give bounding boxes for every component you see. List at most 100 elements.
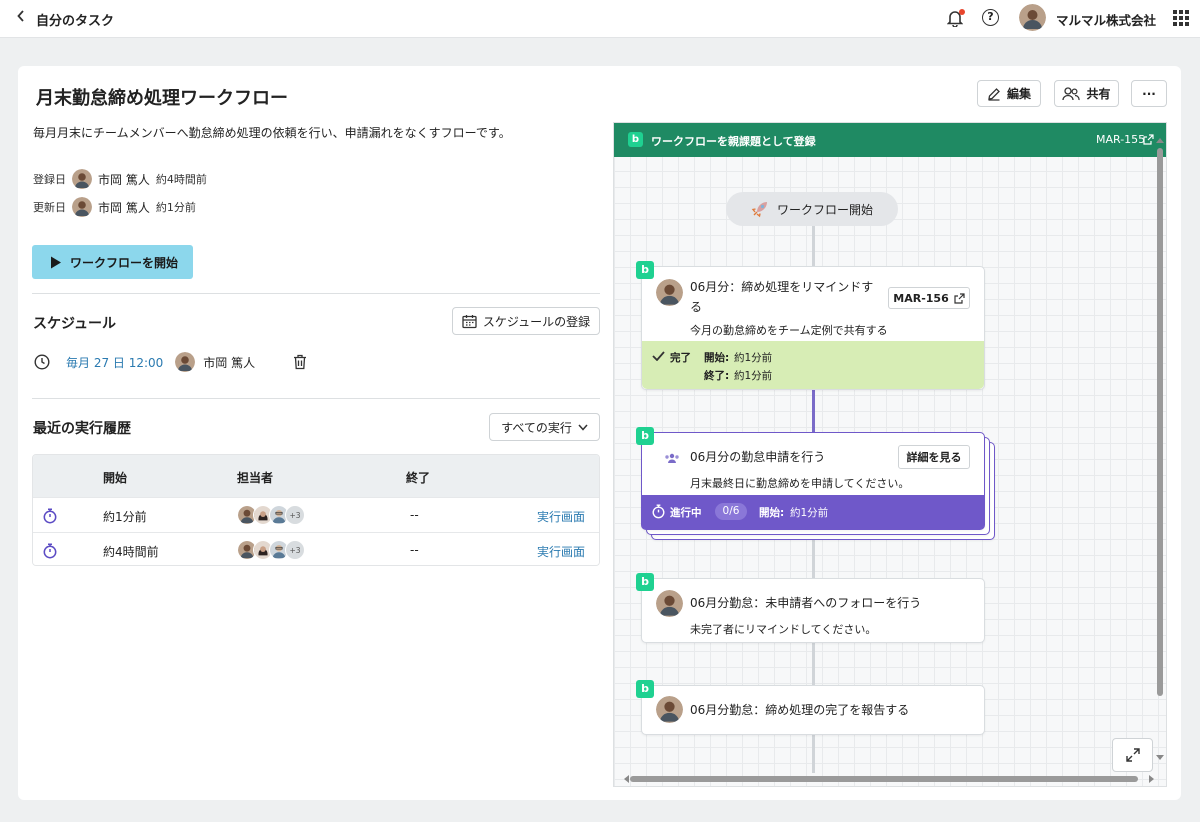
- task-title: 06月分勤怠：締め処理の完了を報告する: [690, 703, 910, 717]
- end-label: 終了:: [704, 370, 730, 382]
- task-node-1[interactable]: b 06月分：締め処理をリマインドする MAR-156 今月の勤怠締めをチーム定…: [636, 261, 985, 390]
- start-label: 開始:: [759, 507, 785, 519]
- status-label: 進行中: [670, 507, 702, 519]
- schedule-row: 毎月 27 日 12:00 市岡 篤人: [34, 352, 307, 372]
- more-assignees-badge: +3: [285, 540, 305, 560]
- calendar-icon: [462, 314, 477, 328]
- task-title: 06月分の勤怠申請を行う: [690, 450, 826, 464]
- table-header: 開始 担当者 終了: [33, 455, 599, 497]
- register-schedule-label: スケジュールの登録: [482, 314, 591, 329]
- users-icon: [1062, 86, 1081, 100]
- table-row[interactable]: 約1分前 +3 -- 実行画面: [33, 497, 599, 532]
- connector-line: [812, 226, 815, 266]
- task-subtitle: 今月の勤怠締めをチーム定例で共有する: [690, 324, 888, 337]
- stopwatch-icon: [43, 543, 57, 559]
- row-start: 約1分前: [103, 510, 147, 524]
- vertical-scrollbar[interactable]: [1155, 138, 1165, 760]
- parent-ticket: MAR-155: [1096, 133, 1146, 146]
- share-button[interactable]: 共有: [1054, 80, 1119, 107]
- expand-button[interactable]: [1112, 738, 1153, 772]
- ticket-label: MAR-156: [893, 291, 949, 305]
- stopwatch-icon: [43, 508, 57, 524]
- register-schedule-button[interactable]: スケジュールの登録: [452, 307, 600, 335]
- check-icon: [652, 351, 665, 361]
- execution-screen-link[interactable]: 実行画面: [537, 508, 585, 525]
- updated-row: 更新日 市岡 篤人 約1分前: [33, 197, 196, 217]
- done-status-bar: 完了 開始: 約1分前 終了: 約1分前: [642, 341, 984, 389]
- more-button[interactable]: ···: [1131, 80, 1167, 107]
- user-avatar[interactable]: [1019, 4, 1046, 31]
- back-chevron-icon[interactable]: [16, 9, 26, 27]
- task-node-2[interactable]: b 06月分の勤怠申請を行う 詳細を見る 月末最終日に勤怠締めを申請してください…: [636, 427, 985, 530]
- workflow-start-node: ワークフロー開始: [726, 192, 898, 226]
- task-title: 06月分：締め処理をリマインドする: [690, 280, 874, 314]
- column-start: 開始: [103, 471, 128, 485]
- avatar: [656, 696, 683, 723]
- description: 毎月月末にチームメンバーへ勤怠締め処理の依頼を行い、申請漏れをなくすフローです。: [33, 126, 511, 140]
- view-details-label: 詳細を見る: [906, 451, 962, 464]
- back-title[interactable]: 自分のタスク: [36, 10, 114, 29]
- company-name[interactable]: マルマル株式会社: [1056, 10, 1156, 29]
- group-icon: [665, 453, 679, 463]
- column-assignee: 担当者: [237, 471, 274, 485]
- updated-time: 約1分前: [155, 201, 196, 214]
- avatar: [175, 352, 196, 372]
- row-end: --: [410, 508, 419, 522]
- start-time: 約1分前: [734, 352, 773, 364]
- row-start: 約4時間前: [103, 545, 159, 559]
- start-workflow-button[interactable]: ワークフローを開始: [32, 245, 193, 279]
- status-label: 完了: [670, 352, 691, 364]
- page-title: 月末勤怠締め処理ワークフロー: [36, 88, 288, 109]
- notification-dot: [959, 9, 965, 15]
- task-node-3[interactable]: b 06月分勤怠：未申請者へのフォローを行う 未完了者にリマインドしてください。: [636, 573, 985, 643]
- horizontal-scrollbar[interactable]: [624, 775, 1154, 783]
- assignee-avatars: +3: [237, 505, 305, 525]
- task-subtitle: 未完了者にリマインドしてください。: [690, 623, 877, 636]
- avatar: [72, 169, 92, 189]
- schedule-time-link[interactable]: 毎月 27 日 12:00: [66, 354, 163, 371]
- clock-icon: [34, 354, 50, 370]
- registered-time: 約4時間前: [155, 173, 207, 186]
- in-progress-status-bar: 進行中 0/6 開始: 約1分前: [642, 495, 984, 529]
- chevron-down-icon: [578, 424, 588, 431]
- help-icon[interactable]: ?: [982, 9, 999, 26]
- divider: [32, 398, 600, 399]
- backlog-logo-icon: b: [636, 573, 654, 591]
- start-workflow-label: ワークフローを開始: [70, 255, 179, 270]
- connector-line: [812, 643, 815, 685]
- expand-arrows-icon: [1125, 748, 1140, 762]
- task-subtitle: 月末最終日に勤怠締めを申請してください。: [690, 477, 910, 490]
- external-link-icon[interactable]: [1143, 134, 1154, 145]
- schedule-user: 市岡 篤人: [203, 355, 256, 370]
- backlog-logo-icon: b: [636, 680, 654, 698]
- end-time: 約1分前: [734, 370, 773, 382]
- play-icon: [51, 256, 61, 268]
- start-time: 約1分前: [790, 507, 829, 519]
- view-details-button[interactable]: 詳細を見る: [898, 445, 970, 469]
- trash-icon[interactable]: [293, 354, 307, 370]
- history-title: 最近の実行履歴: [33, 421, 131, 437]
- backlog-logo-icon: b: [636, 261, 654, 279]
- updated-user: 市岡 篤人: [98, 200, 150, 215]
- column-end: 終了: [406, 471, 431, 485]
- parent-issue-header[interactable]: b ワークフローを親課題として登録 MAR-155: [614, 123, 1166, 157]
- share-label: 共有: [1086, 87, 1111, 101]
- table-row[interactable]: 約4時間前 +3 -- 実行画面: [33, 532, 599, 565]
- registered-label: 登録日: [33, 173, 66, 186]
- ticket-link-button[interactable]: MAR-156: [888, 287, 970, 309]
- backlog-logo-icon: b: [636, 427, 654, 445]
- more-dots-icon: ···: [1142, 86, 1156, 101]
- top-bar: 自分のタスク ? マルマル株式会社: [0, 0, 1200, 38]
- registered-user: 市岡 篤人: [98, 172, 150, 187]
- pencil-icon: [988, 87, 1000, 101]
- task-title: 06月分勤怠：未申請者へのフォローを行う: [690, 596, 922, 610]
- execution-filter-select[interactable]: すべての実行: [489, 413, 600, 441]
- edit-button[interactable]: 編集: [977, 80, 1041, 107]
- schedule-title: スケジュール: [33, 316, 117, 332]
- registered-row: 登録日 市岡 篤人 約4時間前: [33, 169, 207, 189]
- execution-screen-link[interactable]: 実行画面: [537, 543, 585, 560]
- task-node-4[interactable]: b 06月分勤怠：締め処理の完了を報告する: [636, 680, 985, 735]
- apps-grid-icon[interactable]: [1173, 10, 1189, 26]
- updated-label: 更新日: [33, 201, 66, 214]
- execution-filter-value: すべての実行: [501, 420, 572, 435]
